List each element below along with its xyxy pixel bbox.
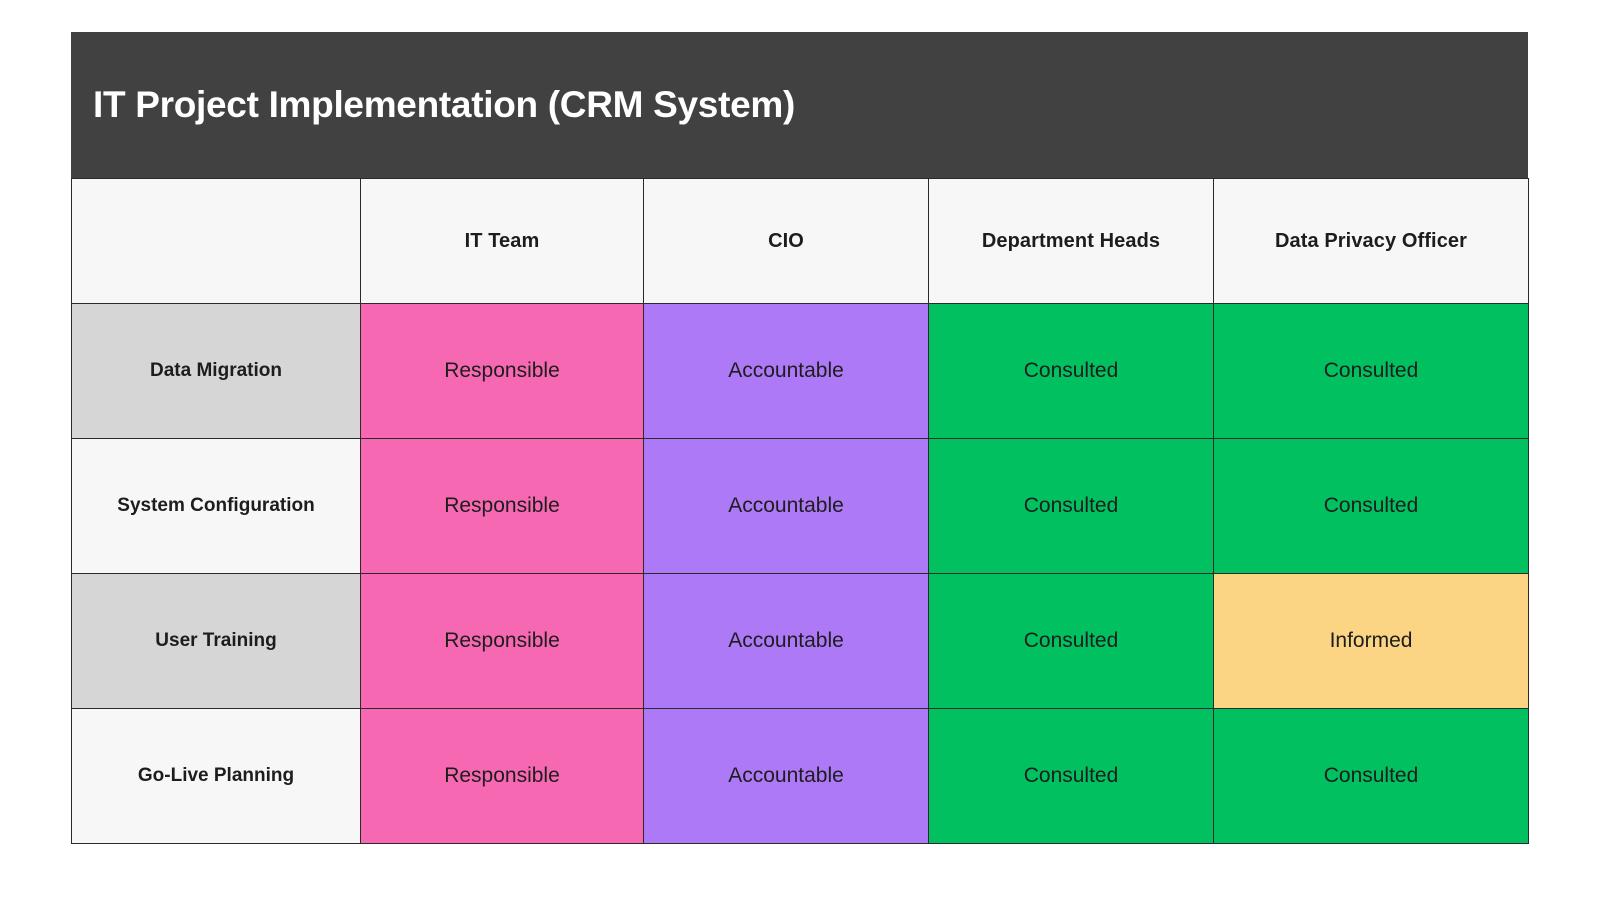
- row-label-data-migration: Data Migration: [71, 303, 361, 439]
- cell-go-live-planning-it-team: Responsible: [360, 708, 644, 844]
- column-header-it-team: IT Team: [360, 178, 644, 304]
- cell-go-live-planning-data-privacy-officer: Consulted: [1213, 708, 1529, 844]
- raci-matrix: IT Project Implementation (CRM System) I…: [71, 32, 1529, 860]
- column-header-department-heads: Department Heads: [928, 178, 1214, 304]
- cell-data-migration-it-team: Responsible: [360, 303, 644, 439]
- title-bar: IT Project Implementation (CRM System): [71, 32, 1528, 178]
- row-label-go-live-planning: Go-Live Planning: [71, 708, 361, 844]
- table-body: Data Migration Responsible Accountable C…: [71, 303, 1529, 844]
- cell-system-configuration-cio: Accountable: [643, 438, 929, 574]
- cell-user-training-cio: Accountable: [643, 573, 929, 709]
- cell-data-migration-department-heads: Consulted: [928, 303, 1214, 439]
- cell-system-configuration-data-privacy-officer: Consulted: [1213, 438, 1529, 574]
- cell-go-live-planning-department-heads: Consulted: [928, 708, 1214, 844]
- table-row: Data Migration Responsible Accountable C…: [71, 303, 1529, 439]
- cell-user-training-it-team: Responsible: [360, 573, 644, 709]
- table-row: User Training Responsible Accountable Co…: [71, 573, 1529, 709]
- table-row: System Configuration Responsible Account…: [71, 438, 1529, 574]
- cell-go-live-planning-cio: Accountable: [643, 708, 929, 844]
- column-header-cio: CIO: [643, 178, 929, 304]
- raci-table: IT Team CIO Department Heads Data Privac…: [71, 178, 1529, 844]
- table-row: Go-Live Planning Responsible Accountable…: [71, 708, 1529, 844]
- cell-user-training-data-privacy-officer: Informed: [1213, 573, 1529, 709]
- cell-data-migration-cio: Accountable: [643, 303, 929, 439]
- cell-system-configuration-it-team: Responsible: [360, 438, 644, 574]
- table-header-row: IT Team CIO Department Heads Data Privac…: [71, 178, 1529, 304]
- row-label-system-configuration: System Configuration: [71, 438, 361, 574]
- corner-cell: [71, 178, 361, 304]
- row-label-user-training: User Training: [71, 573, 361, 709]
- cell-data-migration-data-privacy-officer: Consulted: [1213, 303, 1529, 439]
- column-header-data-privacy-officer: Data Privacy Officer: [1213, 178, 1529, 304]
- page-title: IT Project Implementation (CRM System): [93, 84, 795, 125]
- cell-user-training-department-heads: Consulted: [928, 573, 1214, 709]
- cell-system-configuration-department-heads: Consulted: [928, 438, 1214, 574]
